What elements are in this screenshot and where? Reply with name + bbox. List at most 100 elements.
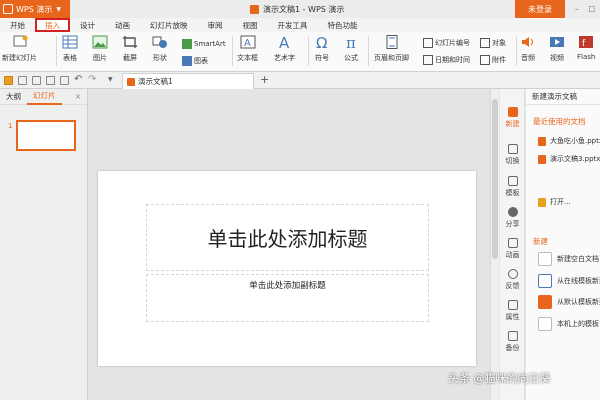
chevron-down-icon: ▼ (56, 5, 61, 13)
svg-text:π: π (346, 35, 356, 49)
open-folder-icon (538, 197, 546, 207)
textbox-button[interactable]: A 文本框 (237, 35, 258, 63)
shape-button[interactable]: 形状 (152, 35, 168, 63)
speaker-icon (522, 37, 533, 47)
object-button[interactable]: 对象 (480, 38, 506, 48)
local-template-item[interactable]: 本机上的模板 (538, 317, 599, 331)
date-time-button[interactable]: 日期和时间 (423, 55, 470, 65)
tab-animation[interactable]: 动画 (105, 18, 140, 32)
redo-icon[interactable]: ↷ (88, 74, 96, 85)
ribbon-tabs: 开始 插入 设计 动画 幻灯片放映 审阅 视图 开发工具 特色功能 (0, 18, 600, 32)
local-template-icon (538, 317, 552, 331)
document-tab[interactable]: 演示文稿1 (122, 73, 254, 89)
formula-button[interactable]: π 公式 (343, 35, 359, 63)
side-feedback-button[interactable]: 反馈 (500, 269, 525, 291)
header-footer-icon (386, 35, 397, 49)
attachment-button[interactable]: 附件 (480, 55, 506, 65)
symbol-label: 符号 (315, 54, 329, 62)
new-from-online-template-item[interactable]: 从在线模板新建 (538, 274, 600, 288)
new-tab-icon[interactable]: + (260, 73, 269, 86)
chart-button[interactable]: 图表 (182, 56, 208, 66)
object-icon (480, 38, 490, 48)
tab-outline[interactable]: 大纲 (0, 89, 27, 105)
scrollbar-thumb[interactable] (492, 99, 498, 259)
tab-home[interactable]: 开始 (0, 18, 35, 32)
side-template-button[interactable]: 模板 (500, 176, 525, 198)
smartart-button[interactable]: SmartArt (182, 39, 226, 49)
side-transition-button[interactable]: 切换 (500, 144, 525, 166)
flash-icon: f (579, 36, 594, 49)
header-footer-button[interactable]: 页眉和页脚 (374, 35, 409, 63)
tab-view[interactable]: 视图 (233, 18, 268, 32)
new-slide-button[interactable]: 新建幻灯片 (2, 35, 37, 63)
table-icon (62, 35, 78, 49)
vertical-scrollbar[interactable] (490, 89, 499, 400)
picture-icon (92, 35, 108, 49)
tab-insert[interactable]: 插入 (35, 18, 70, 32)
minimize-icon[interactable]: – (575, 5, 579, 13)
tab-review[interactable]: 审阅 (198, 18, 233, 32)
app-name: WPS 演示 (16, 4, 53, 14)
new-from-default-template-item[interactable]: 从默认模板新建 (538, 295, 600, 309)
print-icon[interactable] (46, 76, 55, 85)
open-file-link[interactable]: 打开... (538, 197, 571, 207)
save-icon[interactable] (18, 76, 27, 85)
side-backup-label: 备份 (505, 344, 520, 352)
app-menu-button[interactable]: WPS 演示 ▼ (0, 0, 70, 18)
formula-label: 公式 (344, 54, 358, 62)
side-animation-button[interactable]: 动画 (500, 238, 525, 260)
chart-label: 图表 (194, 57, 208, 65)
side-properties-label: 属性 (505, 313, 520, 321)
ribbon-separator (368, 36, 369, 66)
picture-label: 图片 (93, 54, 107, 62)
svg-text:Ω: Ω (316, 35, 327, 49)
print-preview-icon[interactable] (60, 76, 69, 85)
side-new-label: 新建 (505, 120, 520, 128)
object-label: 对象 (492, 39, 506, 47)
close-icon[interactable]: × (75, 92, 81, 101)
transition-icon (507, 144, 518, 154)
side-backup-button[interactable]: 备份 (500, 331, 525, 353)
audio-button[interactable]: 音频 (520, 35, 536, 63)
symbol-button[interactable]: Ω 符号 (314, 35, 330, 63)
slide-thumbnail[interactable] (16, 120, 76, 151)
paperclip-icon (480, 55, 490, 65)
table-button[interactable]: 表格 (62, 35, 78, 63)
export-pdf-icon[interactable] (32, 76, 41, 85)
side-share-label: 分享 (505, 220, 520, 228)
slide-number-button[interactable]: 幻灯片编号 (423, 38, 470, 48)
side-share-button[interactable]: 分享 (500, 207, 525, 229)
screenshot-label: 截屏 (123, 54, 137, 62)
side-template-label: 模板 (505, 189, 520, 197)
tab-slides[interactable]: 幻灯片 (27, 89, 62, 105)
tab-developer[interactable]: 开发工具 (268, 18, 318, 32)
login-button[interactable]: 未登录 (515, 0, 565, 18)
picture-button[interactable]: 图片 (92, 35, 108, 63)
tab-slideshow[interactable]: 幻灯片放映 (140, 18, 198, 32)
side-properties-button[interactable]: 属性 (500, 300, 525, 322)
recent-file-item[interactable]: 大鱼吃小鱼.pptx (538, 136, 600, 146)
recent-file-item[interactable]: 演示文稿3.pptx (538, 154, 600, 164)
chart-icon (182, 56, 192, 66)
title-placeholder[interactable]: 单击此处添加标题 (146, 204, 429, 271)
wordart-button[interactable]: A 艺术字 (274, 35, 295, 63)
video-button[interactable]: 视频 (549, 35, 565, 63)
title-bar: WPS 演示 ▼ 演示文稿1 - WPS 演示 未登录 – □ (0, 0, 600, 18)
side-new-button[interactable]: 新建 (500, 107, 525, 129)
tab-special[interactable]: 特色功能 (318, 18, 368, 32)
share-icon (507, 207, 518, 217)
ppt-file-icon (538, 136, 546, 146)
customize-chevron-icon[interactable]: ▼ (108, 76, 113, 83)
slide-number-label: 幻灯片编号 (435, 39, 470, 47)
recent-file-name: 演示文稿3.pptx (550, 155, 600, 163)
flash-button[interactable]: f Flash (577, 35, 595, 61)
undo-icon[interactable]: ↶ (74, 74, 82, 85)
screenshot-button[interactable]: 截屏 (122, 35, 138, 63)
maximize-icon[interactable]: □ (588, 5, 595, 13)
open-folder-icon[interactable] (4, 76, 13, 85)
subtitle-placeholder[interactable]: 单击此处添加副标题 (146, 274, 429, 322)
slide[interactable]: 单击此处添加标题 单击此处添加副标题 (98, 171, 476, 366)
new-blank-doc-item[interactable]: 新建空白文档 (538, 252, 599, 266)
table-label: 表格 (63, 54, 77, 62)
tab-design[interactable]: 设计 (70, 18, 105, 32)
